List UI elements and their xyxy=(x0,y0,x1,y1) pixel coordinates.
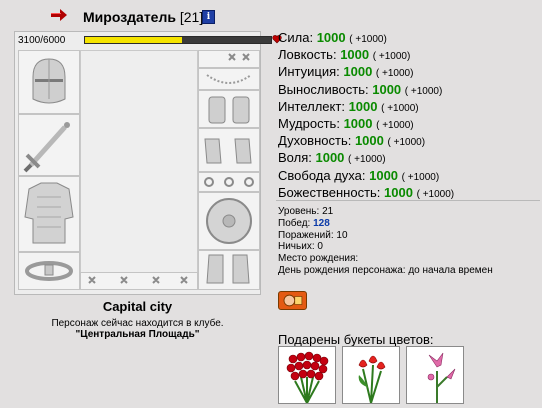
sword-icon xyxy=(23,122,70,173)
boots-slot[interactable] xyxy=(198,250,260,290)
info-draws: Ничьих: 0 xyxy=(278,241,323,253)
boots-icon xyxy=(206,254,250,284)
flowers-title: Подарены букеты цветов: xyxy=(278,332,434,347)
stat-row: Интуиция: 1000 ( +1000) xyxy=(278,64,414,80)
info-wins: Побед: 128 xyxy=(278,217,330,229)
stats-list: Сила: 1000 ( +1000) Ловкость: 1000 ( +10… xyxy=(278,30,454,202)
stat-row: Сила: 1000 ( +1000) xyxy=(278,30,387,45)
hp-bar-fill xyxy=(85,37,182,43)
stat-row: Свобода духа: 1000 ( +1000) xyxy=(278,167,440,183)
info-losses: Поражений: 10 xyxy=(278,229,348,241)
stat-row: Интеллект: 1000 ( +1000) xyxy=(278,98,419,114)
lily-bouquet[interactable] xyxy=(406,346,464,404)
crossed-icon xyxy=(228,53,250,61)
info-level: Уровень: 21 xyxy=(278,206,334,217)
weapon-slot[interactable] xyxy=(18,114,80,176)
stat-row: Мудрость: 1000 ( +1000) xyxy=(278,116,414,132)
bracers-slot[interactable] xyxy=(198,90,260,128)
location-status: Персонаж сейчас находится в клубе. xyxy=(51,318,224,329)
empty-slot-icons xyxy=(88,276,188,284)
stat-row: Духовность: 1000 ( +1000) xyxy=(278,133,426,149)
info-birthplace: Место рождения: xyxy=(278,253,359,265)
armor-icon xyxy=(24,182,74,244)
ring-icon xyxy=(204,177,254,187)
shield-icon xyxy=(206,198,252,244)
divider xyxy=(276,200,540,201)
necklace-slot[interactable] xyxy=(198,68,260,90)
character-info: Уровень: 21 Побед: 128 Поражений: 10 Нич… xyxy=(278,206,493,277)
helmet-icon xyxy=(32,58,66,104)
hp-text: 3100/6000 xyxy=(18,35,66,46)
stat-row: Воля: 1000 ( +1000) xyxy=(278,150,386,166)
character-avatar xyxy=(80,50,198,290)
rose-bouquet-icon xyxy=(286,351,329,404)
belt-icon xyxy=(25,261,73,281)
club-name: "Центральная Площадь" xyxy=(75,329,200,340)
stat-row: Ловкость: 1000 ( +1000) xyxy=(278,47,411,63)
armor-slot[interactable] xyxy=(18,176,80,252)
info-birthday: День рождения персонажа: до начала време… xyxy=(278,264,493,276)
city-name: Capital city xyxy=(102,299,173,314)
helmet-slot[interactable] xyxy=(18,50,80,114)
belt-slot[interactable] xyxy=(18,252,80,290)
hp-bar xyxy=(84,36,272,44)
character-name: Мироздатель xyxy=(83,9,176,25)
amulet-top-slot[interactable] xyxy=(198,50,260,68)
bottom-slots[interactable] xyxy=(80,272,198,290)
character-name-line: Мироздатель [21] xyxy=(83,9,203,25)
badge-icon[interactable] xyxy=(278,291,307,310)
gloves-slot[interactable] xyxy=(198,128,260,172)
gloves-icon xyxy=(204,138,252,164)
lily-bouquet-icon xyxy=(427,352,456,403)
stat-row: Выносливость: 1000 ( +1000) xyxy=(278,81,443,97)
arrow-icon[interactable] xyxy=(50,8,68,22)
character-level: [21] xyxy=(179,9,204,25)
tulip-bouquet-icon xyxy=(358,355,386,404)
info-icon[interactable]: i xyxy=(202,10,215,24)
shield-slot[interactable] xyxy=(198,192,260,250)
rose-bouquet[interactable] xyxy=(278,346,336,404)
necklace-icon xyxy=(206,74,252,84)
tulip-bouquet[interactable] xyxy=(342,346,400,404)
rings-slot[interactable] xyxy=(198,172,260,192)
bracers-icon xyxy=(208,96,250,124)
